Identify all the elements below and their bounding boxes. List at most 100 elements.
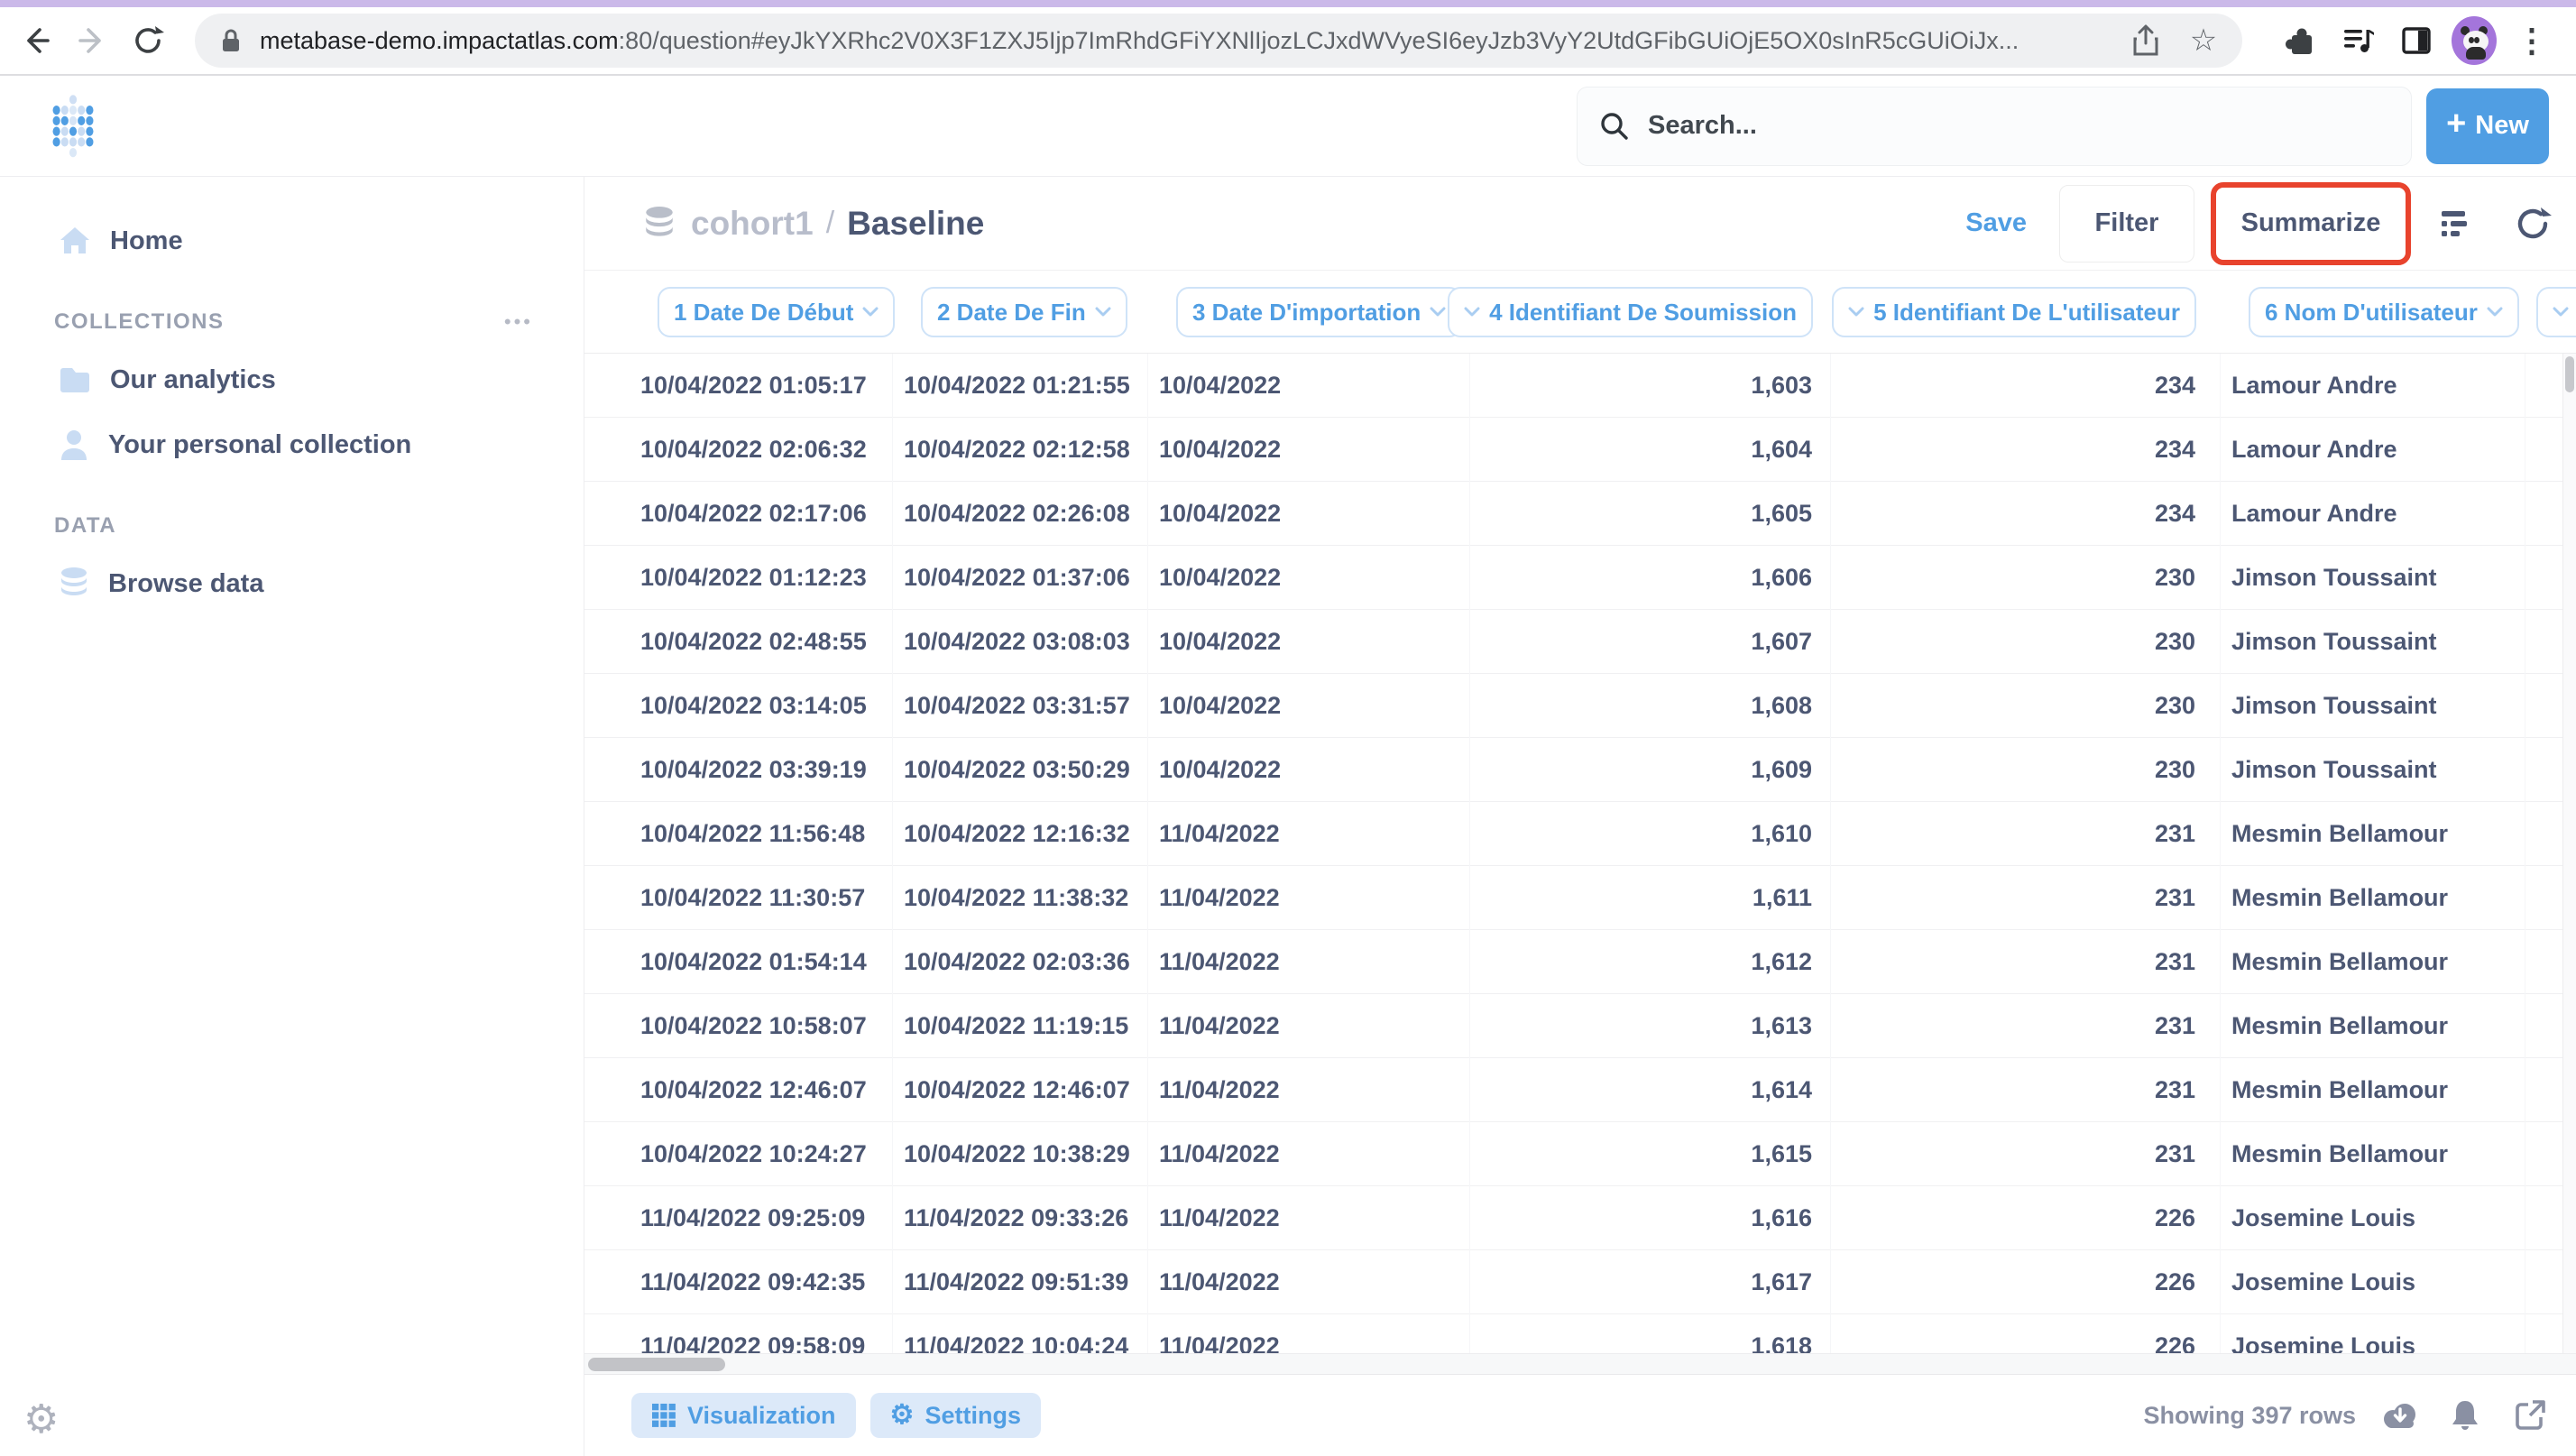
table-cell[interactable]: 11/04/2022 09:42:35 xyxy=(630,1250,893,1314)
table-cell[interactable]: 231 xyxy=(1831,866,2221,930)
table-cell[interactable]: 231 xyxy=(1831,1122,2221,1186)
table-cell[interactable]: 1,603 xyxy=(1470,354,1831,418)
table-cell[interactable]: Mesmin Bellamour xyxy=(2221,930,2525,994)
table-cell[interactable]: 1,612 xyxy=(1470,930,1831,994)
column-header-pill[interactable]: 1 Date De Début xyxy=(658,287,895,337)
share-icon[interactable] xyxy=(2123,18,2168,63)
table-cell[interactable]: 10/04/2022 03:50:29 xyxy=(893,738,1148,802)
side-panel-icon[interactable] xyxy=(2394,18,2439,63)
table-cell[interactable]: 10/04/2022 xyxy=(1148,418,1470,482)
table-cell[interactable]: Lamour Andre xyxy=(2221,418,2525,482)
sidebar-item-personal-collection[interactable]: Your personal collection xyxy=(0,419,584,471)
table-cell[interactable]: 10/04/2022 xyxy=(1148,354,1470,418)
table-cell[interactable]: Lamour Andre xyxy=(2221,354,2525,418)
table-cell[interactable]: Josemine Louis xyxy=(2221,1314,2525,1353)
table-cell[interactable]: 10/04/2022 02:06:32 xyxy=(630,418,893,482)
settings-button[interactable]: ⚙ Settings xyxy=(870,1393,1041,1438)
vertical-scrollbar-thumb[interactable] xyxy=(2565,356,2574,392)
table-cell[interactable]: 10/04/2022 03:39:19 xyxy=(630,738,893,802)
table-cell[interactable]: 11/04/2022 xyxy=(1148,866,1470,930)
table-cell[interactable]: 10/04/2022 02:26:08 xyxy=(893,482,1148,546)
table-cell[interactable]: 11/04/2022 xyxy=(1148,1186,1470,1250)
table-cell[interactable]: 1,617 xyxy=(1470,1250,1831,1314)
table-cell[interactable]: 11/04/2022 09:25:09 xyxy=(630,1186,893,1250)
column-header-pill[interactable]: 3 Date D'importation xyxy=(1176,287,1462,337)
filter-button[interactable]: Filter xyxy=(2059,185,2194,263)
table-cell[interactable]: 1,611 xyxy=(1470,866,1831,930)
table-cell[interactable]: Mesmin Bellamour xyxy=(2221,866,2525,930)
reload-icon[interactable] xyxy=(126,19,170,62)
table-cell[interactable]: 10/04/2022 03:31:57 xyxy=(893,674,1148,738)
external-link-icon[interactable] xyxy=(2509,1395,2551,1436)
sidebar-item-home[interactable]: Home xyxy=(0,215,584,267)
table-cell[interactable]: 1,610 xyxy=(1470,802,1831,866)
table-cell[interactable]: 10/04/2022 xyxy=(1148,610,1470,674)
table-cell[interactable]: 1,618 xyxy=(1470,1314,1831,1353)
table-cell[interactable]: 1,604 xyxy=(1470,418,1831,482)
table-cell[interactable]: 226 xyxy=(1831,1186,2221,1250)
table-cell[interactable]: 11/04/2022 10:04:24 xyxy=(893,1314,1148,1353)
column-header-pill[interactable]: 4 Identifiant De Soumission xyxy=(1448,287,1813,337)
table-cell[interactable]: 11/04/2022 xyxy=(1148,1250,1470,1314)
table-cell[interactable]: 231 xyxy=(1831,930,2221,994)
table-cell[interactable]: 1,616 xyxy=(1470,1186,1831,1250)
download-cloud-icon[interactable] xyxy=(2379,1395,2421,1436)
table-cell[interactable]: 231 xyxy=(1831,994,2221,1058)
metabase-logo-icon[interactable] xyxy=(52,95,94,158)
table-cell[interactable]: 1,609 xyxy=(1470,738,1831,802)
table-cell[interactable]: 10/04/2022 03:14:05 xyxy=(630,674,893,738)
table-cell[interactable]: 234 xyxy=(1831,418,2221,482)
table-cell[interactable]: 10/04/2022 xyxy=(1148,546,1470,610)
column-header-pill[interactable]: 2 Date De Fin xyxy=(921,287,1127,337)
table-cell[interactable]: 10/04/2022 02:03:36 xyxy=(893,930,1148,994)
url-bar[interactable]: metabase-demo.impactatlas.com:80/questio… xyxy=(195,14,2242,68)
table-cell[interactable]: 10/04/2022 02:48:55 xyxy=(630,610,893,674)
table-cell[interactable]: 10/04/2022 12:16:32 xyxy=(893,802,1148,866)
table-cell[interactable]: Mesmin Bellamour xyxy=(2221,1058,2525,1122)
playlist-extension-icon[interactable] xyxy=(2336,18,2381,63)
table-cell[interactable]: 1,605 xyxy=(1470,482,1831,546)
table-cell[interactable]: 231 xyxy=(1831,802,2221,866)
table-cell[interactable]: 234 xyxy=(1831,354,2221,418)
table-cell[interactable]: 10/04/2022 10:24:27 xyxy=(630,1122,893,1186)
bell-icon[interactable] xyxy=(2444,1395,2486,1436)
table-cell[interactable]: Josemine Louis xyxy=(2221,1186,2525,1250)
table-cell[interactable]: 11/04/2022 xyxy=(1148,930,1470,994)
table-cell[interactable]: 11/04/2022 09:58:09 xyxy=(630,1314,893,1353)
table-cell[interactable]: 11/04/2022 xyxy=(1148,1058,1470,1122)
table-cell[interactable]: 10/04/2022 11:38:32 xyxy=(893,866,1148,930)
table-cell[interactable]: Jimson Toussaint xyxy=(2221,610,2525,674)
table-cell[interactable]: 11/04/2022 09:51:39 xyxy=(893,1250,1148,1314)
table-cell[interactable]: Lamour Andre xyxy=(2221,482,2525,546)
table-cell[interactable]: 10/04/2022 11:30:57 xyxy=(630,866,893,930)
table-cell[interactable]: 231 xyxy=(1831,1058,2221,1122)
collections-menu-ellipsis-icon[interactable]: ••• xyxy=(504,310,533,334)
column-header-pill[interactable]: 6 Nom D'utilisateur xyxy=(2249,287,2519,337)
table-cell[interactable]: 230 xyxy=(1831,546,2221,610)
horizontal-scrollbar-thumb[interactable] xyxy=(588,1358,725,1371)
notebook-editor-icon[interactable] xyxy=(2438,204,2478,244)
table-cell[interactable]: 11/04/2022 xyxy=(1148,1314,1470,1353)
column-header-pill[interactable]: 5 Identifiant De L'utilisateur xyxy=(1832,287,2196,337)
save-button[interactable]: Save xyxy=(1965,208,2027,238)
table-cell[interactable]: 10/04/2022 10:58:07 xyxy=(630,994,893,1058)
sidebar-item-our-analytics[interactable]: Our analytics xyxy=(0,354,584,406)
new-button[interactable]: + New xyxy=(2426,88,2549,164)
table-cell[interactable]: Josemine Louis xyxy=(2221,1250,2525,1314)
summarize-button-annotated[interactable]: Summarize xyxy=(2211,182,2411,265)
refresh-icon[interactable] xyxy=(2514,204,2553,244)
table-cell[interactable]: 11/04/2022 09:33:26 xyxy=(893,1186,1148,1250)
browser-menu-kebab-icon[interactable]: ⋮ xyxy=(2509,18,2554,63)
bookmark-star-icon[interactable]: ☆ xyxy=(2181,18,2226,63)
table-cell[interactable]: 226 xyxy=(1831,1314,2221,1353)
search-input[interactable]: Search... xyxy=(1577,87,2412,166)
table-cell[interactable]: 230 xyxy=(1831,610,2221,674)
table-cell[interactable]: Jimson Toussaint xyxy=(2221,674,2525,738)
table-cell[interactable]: 10/04/2022 01:54:14 xyxy=(630,930,893,994)
table-cell[interactable]: Mesmin Bellamour xyxy=(2221,1122,2525,1186)
table-cell[interactable]: 10/04/2022 12:46:07 xyxy=(630,1058,893,1122)
table-cell[interactable]: 1,607 xyxy=(1470,610,1831,674)
table-cell[interactable]: 11/04/2022 xyxy=(1148,1122,1470,1186)
table-cell[interactable]: 10/04/2022 11:19:15 xyxy=(893,994,1148,1058)
table-cell[interactable]: 230 xyxy=(1831,738,2221,802)
